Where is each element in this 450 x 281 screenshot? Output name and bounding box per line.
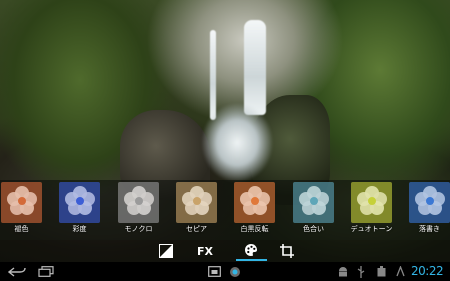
usb-icon[interactable] — [354, 264, 368, 279]
filter-thumbnail[interactable]: 白黒反転 — [234, 182, 290, 238]
flower-thumbnail-icon — [59, 182, 100, 223]
app-icon[interactable] — [227, 264, 243, 279]
filter-label: デュオトーン — [350, 225, 393, 233]
flower-thumbnail-icon — [409, 182, 450, 223]
effect-toolbar — [0, 240, 450, 262]
filter-label: モノクロ — [124, 225, 153, 233]
active-tab-indicator — [236, 259, 267, 261]
crop-icon[interactable] — [278, 243, 296, 259]
flower-thumbnail-icon — [176, 182, 217, 223]
flower-thumbnail-icon — [293, 182, 334, 223]
filter-label: 彩度 — [72, 225, 87, 233]
filter-thumbnail[interactable]: 褪色 — [1, 182, 57, 238]
flower-thumbnail-icon — [351, 182, 392, 223]
recent-apps-icon[interactable] — [36, 264, 56, 279]
palette-button[interactable] — [238, 243, 264, 259]
android-debug-icon[interactable] — [336, 264, 350, 279]
filter-thumbnail[interactable]: 彩度 — [59, 182, 115, 238]
filter-thumbnail[interactable]: デュオトーン — [351, 182, 407, 238]
palette-icon — [244, 242, 258, 261]
back-icon[interactable] — [6, 264, 28, 279]
filter-label: 色合い — [303, 225, 324, 233]
filter-thumbnail[interactable]: 色合い — [293, 182, 349, 238]
filter-thumbnail[interactable]: セピア — [176, 182, 232, 238]
status-clock[interactable]: 20:22 — [411, 263, 450, 280]
filter-label: 落書き — [419, 225, 440, 233]
filter-label: 褪色 — [14, 225, 29, 233]
filter-label: 白黒反転 — [240, 225, 269, 233]
battery-icon[interactable] — [393, 264, 407, 279]
flower-thumbnail-icon — [234, 182, 275, 223]
filter-thumbnail[interactable]: 落書き — [409, 182, 450, 238]
screenshot-icon[interactable] — [205, 264, 223, 279]
filter-label: セピア — [186, 225, 207, 233]
fx-button[interactable]: FX — [194, 243, 216, 259]
notification-icon[interactable] — [375, 264, 387, 279]
filter-thumbnail[interactable]: モノクロ — [118, 182, 174, 238]
flower-thumbnail-icon — [1, 182, 42, 223]
flower-thumbnail-icon — [118, 182, 159, 223]
fx-label: FX — [197, 244, 213, 258]
contrast-icon[interactable] — [157, 243, 175, 259]
